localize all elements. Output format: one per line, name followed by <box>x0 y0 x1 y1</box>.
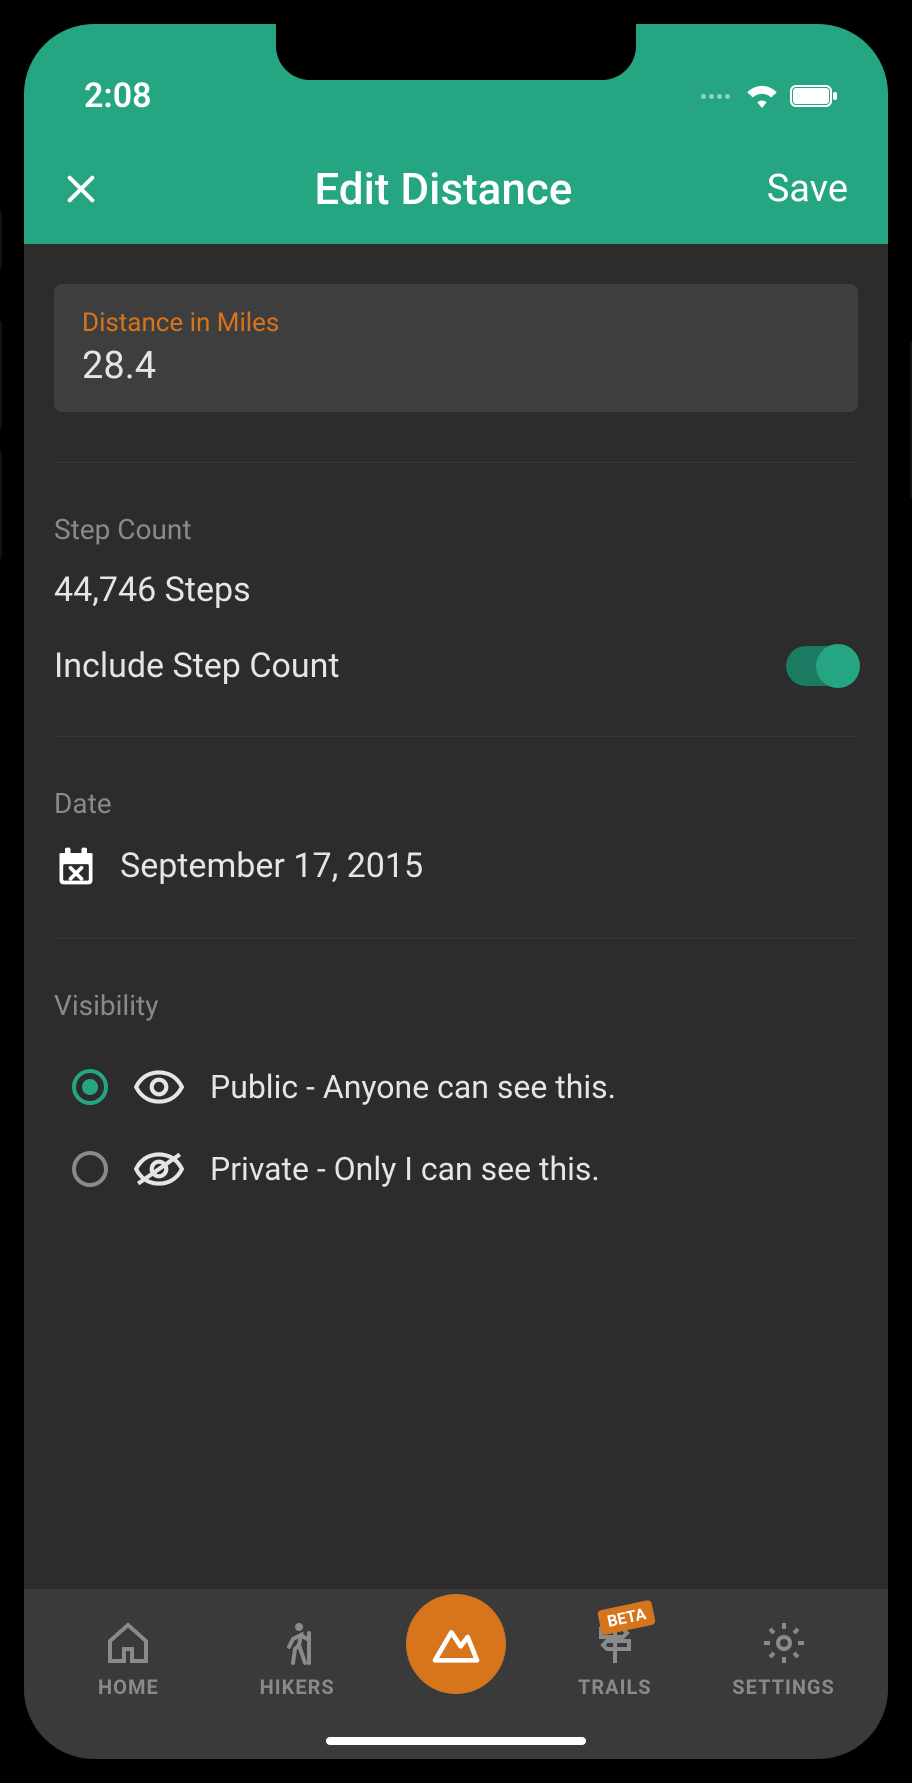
toggle-knob <box>816 644 860 688</box>
visibility-section: Visibility Public - Anyone can see this. <box>24 939 888 1210</box>
nav-home-label: HOME <box>98 1675 159 1699</box>
page-title: Edit Distance <box>120 163 767 215</box>
date-value: September 17, 2015 <box>120 846 423 886</box>
date-picker[interactable]: September 17, 2015 <box>54 844 858 888</box>
home-indicator[interactable] <box>326 1737 586 1745</box>
bottom-nav: HOME HIKERS BETA TRAILS <box>24 1589 888 1759</box>
nav-center-button[interactable] <box>406 1594 506 1694</box>
device-notch <box>276 24 636 80</box>
nav-trails-label: TRAILS <box>578 1675 652 1699</box>
calendar-icon <box>54 844 98 888</box>
device-side-button <box>0 320 2 430</box>
visibility-public-label: Public - Anyone can see this. <box>210 1068 616 1106</box>
include-step-label: Include Step Count <box>54 646 340 686</box>
distance-label: Distance in Miles <box>82 308 830 338</box>
visibility-label: Visibility <box>54 989 858 1022</box>
content-scroll[interactable]: Distance in Miles 28.4 Step Count 44,746… <box>24 244 888 1589</box>
gear-icon <box>760 1619 808 1667</box>
nav-hikers-label: HIKERS <box>260 1675 335 1699</box>
status-time: 2:08 <box>84 76 152 116</box>
hiker-icon <box>273 1619 321 1667</box>
include-step-toggle[interactable] <box>786 646 858 686</box>
visibility-option-public[interactable]: Public - Anyone can see this. <box>54 1046 858 1128</box>
visibility-option-private[interactable]: Private - Only I can see this. <box>54 1128 858 1210</box>
device-side-button <box>0 450 2 560</box>
device-side-button <box>0 210 2 270</box>
signal-dots-icon <box>701 94 730 99</box>
date-label: Date <box>54 787 858 820</box>
nav-trails[interactable]: BETA TRAILS <box>555 1619 675 1699</box>
step-count-label: Step Count <box>54 513 858 546</box>
nav-settings[interactable]: SETTINGS <box>724 1619 844 1699</box>
eye-off-icon <box>134 1151 184 1187</box>
date-section: Date September 17, 2015 <box>24 737 888 888</box>
battery-icon <box>790 84 838 108</box>
wifi-icon <box>746 84 778 108</box>
radio-icon <box>72 1069 108 1105</box>
home-icon <box>104 1619 152 1667</box>
eye-icon <box>134 1069 184 1105</box>
nav-hikers[interactable]: HIKERS <box>237 1619 357 1699</box>
screen: 2:08 <box>24 24 888 1759</box>
close-icon <box>64 172 98 206</box>
include-step-row: Include Step Count <box>54 646 858 686</box>
close-button[interactable] <box>64 172 120 206</box>
nav-home[interactable]: HOME <box>68 1619 188 1699</box>
beta-badge: BETA <box>597 1600 656 1636</box>
step-count-value: 44,746 Steps <box>54 570 858 610</box>
nav-settings-label: SETTINGS <box>732 1675 835 1699</box>
device-frame: 2:08 <box>0 0 912 1783</box>
save-button[interactable]: Save <box>767 167 848 211</box>
mountain-icon <box>428 1616 484 1672</box>
status-indicators <box>701 84 838 108</box>
app-header: Edit Distance Save <box>24 134 888 244</box>
visibility-private-label: Private - Only I can see this. <box>210 1150 600 1188</box>
radio-icon <box>72 1151 108 1187</box>
distance-value: 28.4 <box>82 344 830 388</box>
distance-input[interactable]: Distance in Miles 28.4 <box>54 284 858 412</box>
step-section: Step Count 44,746 Steps Include Step Cou… <box>24 463 888 686</box>
